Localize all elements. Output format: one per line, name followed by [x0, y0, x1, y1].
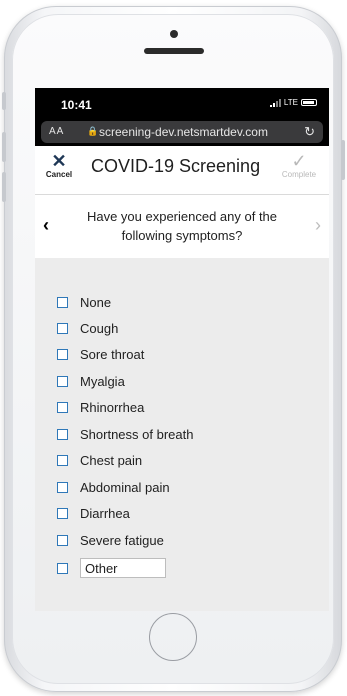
reader-text-size-button[interactable]: AA	[49, 126, 64, 137]
status-time: 10:41	[61, 98, 92, 112]
symptom-label: Abdominal pain	[80, 479, 170, 495]
checkbox[interactable]	[57, 507, 68, 519]
front-camera	[170, 30, 178, 38]
checkmark-icon: ✓	[291, 151, 307, 171]
symptom-label: Severe fatigue	[80, 532, 164, 548]
url-text[interactable]: screening-dev.netsmartdev.com	[99, 125, 268, 139]
checkbox[interactable]	[57, 322, 68, 334]
status-indicators: LTE	[269, 98, 317, 107]
symptom-label: Chest pain	[80, 452, 143, 468]
power-button	[341, 140, 345, 180]
app-header: ✕ Cancel COVID-19 Screening ✓ Complete	[35, 146, 329, 194]
list-item[interactable]: Abdominal pain	[35, 477, 170, 497]
phone-screen: 10:41 LTE AA 🔒 screening-dev.netsmartdev…	[35, 88, 329, 611]
checkbox[interactable]	[57, 375, 68, 387]
symptom-list: None Cough Sore throat Myalgia Rhinorrhe…	[35, 258, 329, 611]
chevron-right-icon[interactable]: ›	[315, 215, 321, 236]
network-label: LTE	[283, 98, 298, 107]
cancel-button[interactable]: ✕ Cancel	[45, 152, 73, 179]
checkbox[interactable]	[57, 454, 68, 466]
address-field[interactable]: AA 🔒 screening-dev.netsmartdev.com ↻	[41, 121, 323, 143]
home-button[interactable]	[149, 613, 197, 661]
list-item[interactable]: None	[35, 292, 111, 312]
page-title: COVID-19 Screening	[91, 156, 261, 176]
list-item[interactable]: Cough	[35, 318, 118, 338]
list-item-other[interactable]	[35, 558, 166, 578]
checkbox[interactable]	[57, 348, 68, 360]
symptom-label: Shortness of breath	[80, 426, 194, 442]
checkbox[interactable]	[57, 481, 68, 493]
volume-down-button	[2, 172, 6, 202]
symptom-label: Cough	[80, 320, 119, 336]
symptom-label: Sore throat	[80, 346, 145, 362]
list-item[interactable]: Severe fatigue	[35, 530, 164, 550]
checkbox[interactable]	[57, 562, 68, 574]
other-symptom-input[interactable]	[80, 558, 166, 578]
question-text: Have you experienced any of the followin…	[86, 209, 278, 243]
list-item[interactable]: Shortness of breath	[35, 424, 193, 444]
battery-icon	[301, 99, 317, 106]
checkbox[interactable]	[57, 401, 68, 413]
checkbox[interactable]	[57, 534, 68, 546]
list-item[interactable]: Diarrhea	[35, 503, 130, 523]
checkbox[interactable]	[57, 428, 68, 440]
list-item[interactable]: Sore throat	[35, 344, 144, 364]
lock-icon: 🔒	[87, 126, 99, 136]
status-bar: 10:41 LTE	[35, 88, 329, 118]
symptom-label: Myalgia	[80, 373, 125, 389]
list-item[interactable]: Myalgia	[35, 371, 125, 391]
complete-button[interactable]: ✓ Complete	[281, 152, 317, 179]
list-item[interactable]: Rhinorrhea	[35, 397, 144, 417]
earpiece-speaker	[144, 48, 204, 54]
close-icon: ✕	[51, 151, 67, 171]
volume-up-button	[2, 132, 6, 162]
mute-switch	[2, 92, 6, 110]
symptom-label: Diarrhea	[80, 505, 130, 521]
question-panel: ‹ Have you experienced any of the follow…	[35, 194, 329, 259]
chevron-left-icon[interactable]: ‹	[43, 215, 49, 236]
cancel-label: Cancel	[45, 170, 73, 179]
signal-icon	[269, 98, 281, 107]
browser-url-bar: AA 🔒 screening-dev.netsmartdev.com ↻	[35, 118, 329, 146]
symptom-label: Rhinorrhea	[80, 399, 145, 415]
reload-icon[interactable]: ↻	[304, 124, 315, 140]
list-item[interactable]: Chest pain	[35, 450, 142, 470]
complete-label: Complete	[281, 170, 317, 179]
symptom-label: None	[80, 294, 112, 310]
checkbox[interactable]	[57, 296, 68, 308]
